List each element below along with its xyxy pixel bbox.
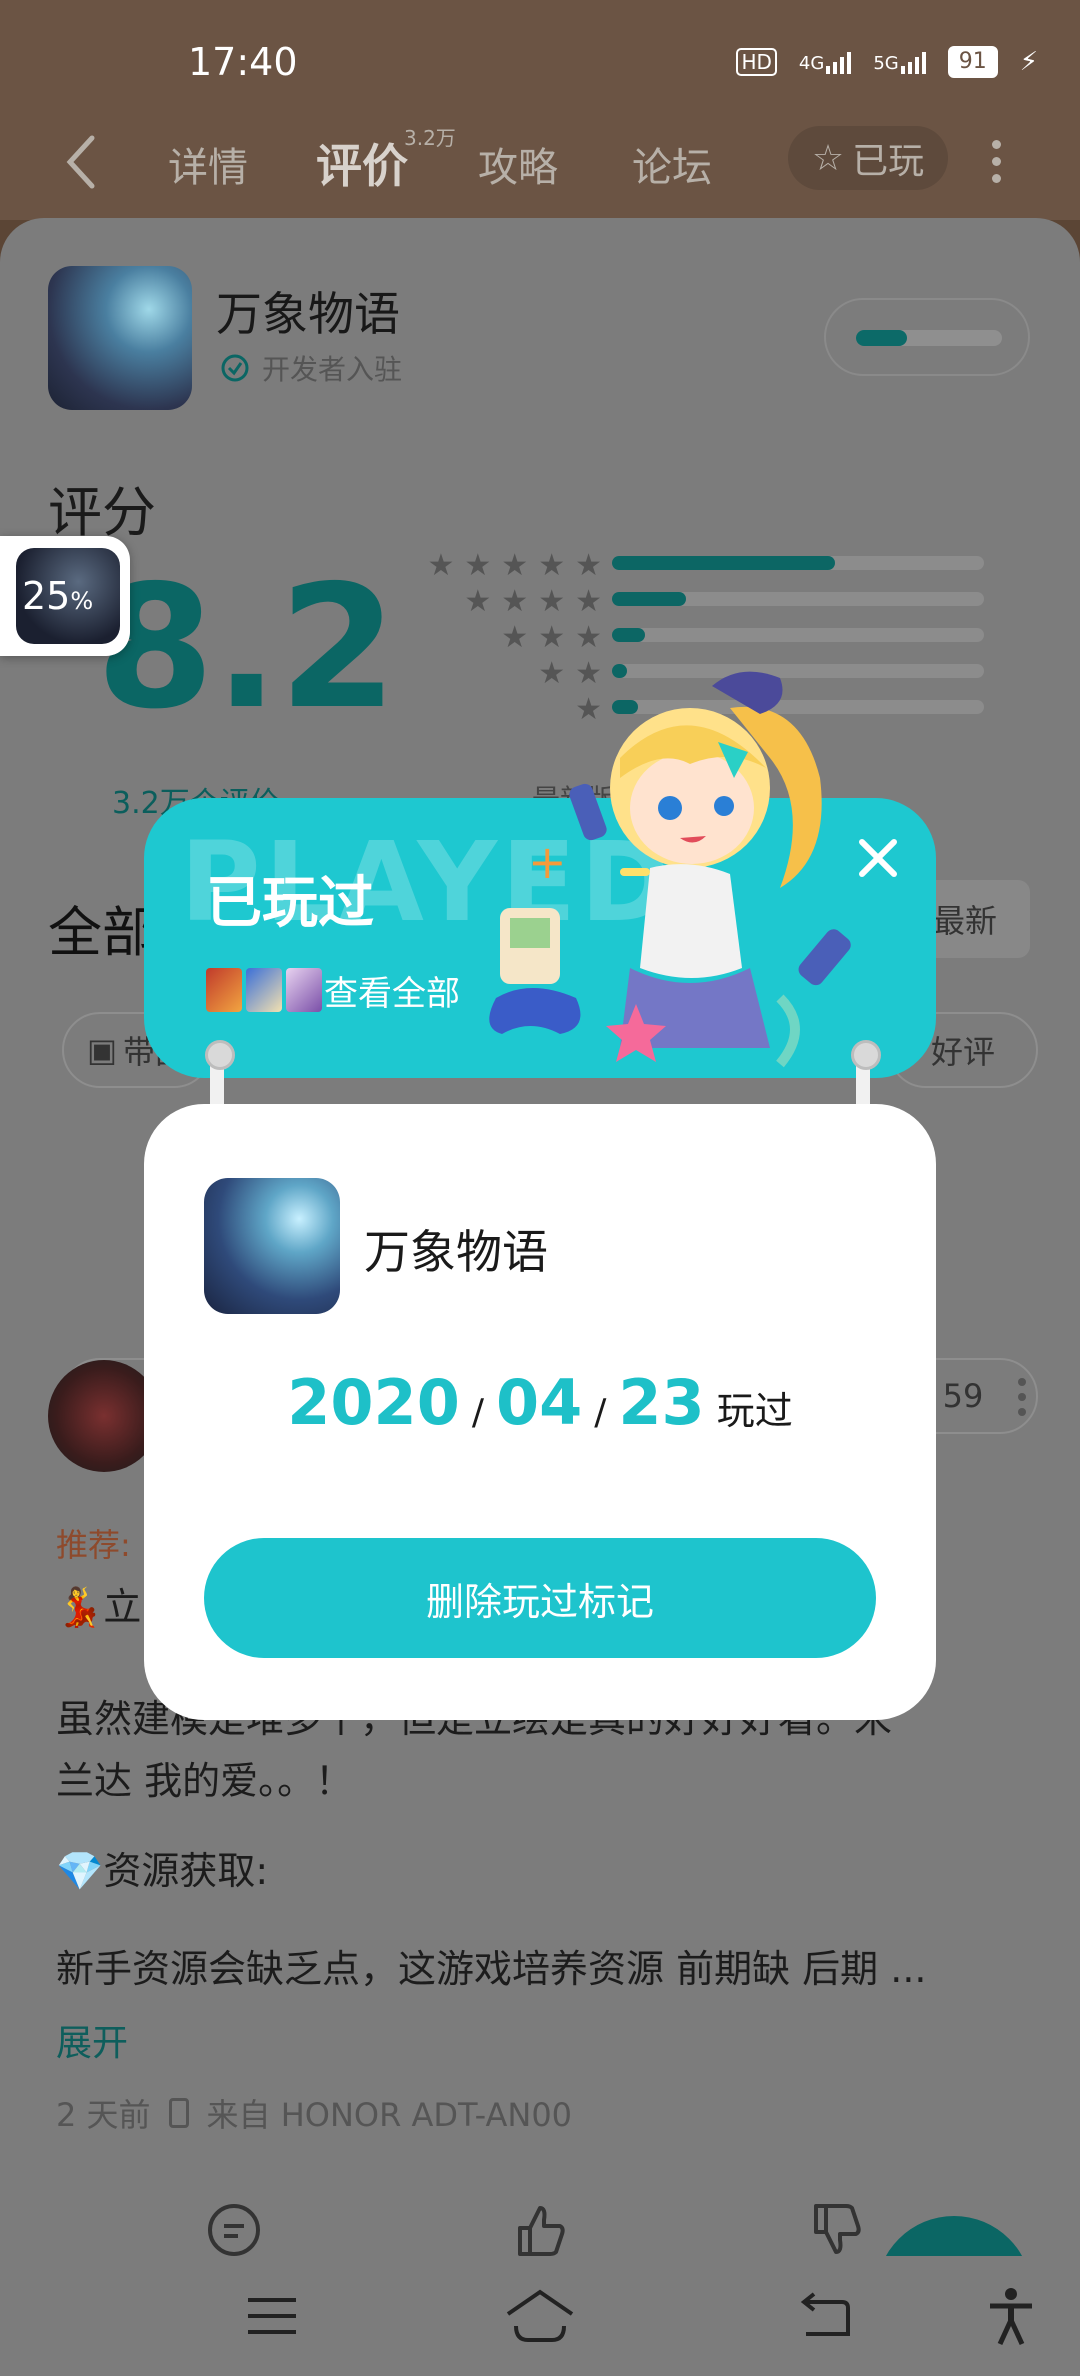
played-day: 23 (618, 1366, 705, 1439)
played-games-thumbnails (206, 968, 322, 1012)
played-suffix: 玩过 (716, 1389, 793, 1433)
played-date: 2020/04/23 玩过 (287, 1366, 793, 1439)
delete-played-mark-button[interactable]: 删除玩过标记 (204, 1538, 876, 1658)
played-year: 2020 (287, 1366, 460, 1439)
mascot-illustration: + (489, 671, 851, 1068)
svg-text:+: + (528, 835, 567, 889)
view-all-link[interactable]: 查看全部 (324, 966, 460, 1015)
card-game-title: 万象物语 (364, 1225, 548, 1279)
played-record-card: 万象物语 2020/04/23 玩过 删除玩过标记 (144, 1104, 936, 1720)
game-icon (204, 1178, 340, 1314)
close-icon[interactable] (854, 834, 902, 882)
banner-title: 已玩过 (206, 871, 374, 936)
played-month: 04 (495, 1366, 583, 1439)
